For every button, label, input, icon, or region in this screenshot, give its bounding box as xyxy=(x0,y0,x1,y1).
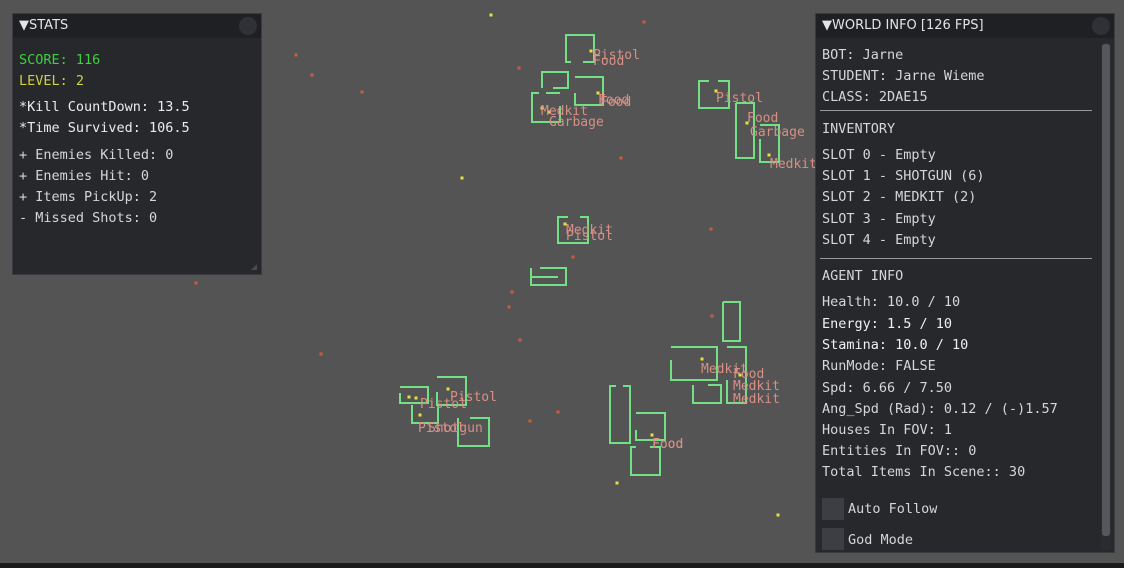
item-label: Food xyxy=(593,54,624,69)
time-survived-text: *Time Survived: 106.5 xyxy=(19,120,190,136)
items-pickup-text: + Items PickUp: 2 xyxy=(19,189,158,205)
item-marker xyxy=(414,396,418,400)
class-text: CLASS: 2DAE15 xyxy=(822,89,928,105)
world-info-panel-header[interactable]: ▼WORLD INFO [126 FPS] xyxy=(816,14,1114,38)
stats-panel: ▼STATS SCORE: 116 LEVEL: 2 *Kill CountDo… xyxy=(12,13,262,275)
health-text: Health: 10.0 / 10 xyxy=(822,294,961,310)
item-label: Food xyxy=(652,437,683,452)
enemy-marker xyxy=(642,20,646,24)
item-marker xyxy=(418,413,422,417)
enemies-hit-text: + Enemies Hit: 0 xyxy=(19,168,150,184)
house-outline xyxy=(722,301,741,342)
speed-text: Spd: 6.66 / 7.50 xyxy=(822,380,953,396)
item-label: Pistol xyxy=(716,91,763,106)
enemy-marker xyxy=(619,156,623,160)
inventory-header: INVENTORY xyxy=(822,121,896,137)
auto-follow-label: Auto Follow xyxy=(848,501,938,517)
enemy-marker xyxy=(517,66,521,70)
house-outline xyxy=(541,71,569,89)
item-label: Shotgun xyxy=(428,421,483,436)
item-marker xyxy=(460,176,464,180)
enemy-marker xyxy=(194,281,198,285)
enemy-marker xyxy=(310,73,314,77)
agent-info-header: AGENT INFO xyxy=(822,268,904,284)
god-mode-checkbox[interactable] xyxy=(822,528,844,550)
world-info-panel-title: WORLD INFO [126 FPS] xyxy=(832,18,984,33)
enemy-marker xyxy=(518,338,522,342)
enemy-marker xyxy=(710,314,714,318)
inventory-slot-0: SLOT 0 - Empty xyxy=(822,147,936,163)
level-text: LEVEL: 2 xyxy=(19,73,85,89)
scrollbar-thumb[interactable] xyxy=(1102,44,1110,536)
scrollbar[interactable] xyxy=(1101,42,1111,550)
world-info-panel: ▼WORLD INFO [126 FPS] BOT: Jarne STUDENT… xyxy=(815,13,1115,553)
collapse-arrow-icon[interactable]: ▼ xyxy=(19,18,29,33)
enemy-marker xyxy=(528,419,532,423)
angular-speed-text: Ang_Spd (Rad): 0.12 / (-)1.57 xyxy=(822,401,1058,417)
item-label: Garbage xyxy=(549,115,604,130)
bot-name-text: BOT: Jarne xyxy=(822,47,904,63)
item-label: Garbage xyxy=(750,125,805,140)
enemy-marker xyxy=(507,305,511,309)
total-items-text: Total Items In Scene:: 30 xyxy=(822,464,1026,480)
house-outline xyxy=(609,385,631,444)
auto-follow-checkbox[interactable] xyxy=(822,498,844,520)
house-outline xyxy=(692,384,722,404)
item-marker xyxy=(615,481,619,485)
houses-in-fov-text: Houses In FOV: 1 xyxy=(822,422,953,438)
enemy-marker xyxy=(510,290,514,294)
enemy-marker xyxy=(360,90,364,94)
item-label: Food xyxy=(598,93,629,108)
inventory-slot-2: SLOT 2 - MEDKIT (2) xyxy=(822,189,977,205)
kill-countdown-text: *Kill CountDown: 13.5 xyxy=(19,99,190,115)
enemy-marker xyxy=(571,255,575,259)
item-marker xyxy=(489,13,493,17)
house-outline xyxy=(565,34,595,63)
run-mode-text: RunMode: FALSE xyxy=(822,358,936,374)
inventory-slot-3: SLOT 3 - Empty xyxy=(822,211,936,227)
separator xyxy=(820,258,1092,259)
item-marker xyxy=(776,513,780,517)
inventory-slot-1: SLOT 1 - SHOTGUN (6) xyxy=(822,168,985,184)
item-label: Medkit xyxy=(770,157,817,172)
inventory-slot-4: SLOT 4 - Empty xyxy=(822,232,936,248)
enemies-killed-text: + Enemies Killed: 0 xyxy=(19,147,174,163)
score-text: SCORE: 116 xyxy=(19,52,101,68)
window-options-icon[interactable] xyxy=(239,17,257,35)
item-label: Pistol xyxy=(566,229,613,244)
enemy-marker xyxy=(709,227,713,231)
entities-in-fov-text: Entities In FOV:: 0 xyxy=(822,443,977,459)
enemy-marker xyxy=(294,53,298,57)
item-marker xyxy=(407,395,411,399)
item-marker xyxy=(700,357,704,361)
stamina-text: Stamina: 10.0 / 10 xyxy=(822,337,969,353)
stats-panel-title: STATS xyxy=(29,18,69,33)
energy-text: Energy: 1.5 / 10 xyxy=(822,316,953,332)
item-label: Medkit xyxy=(733,392,780,407)
missed-shots-text: - Missed Shots: 0 xyxy=(19,210,158,226)
item-label: Pistol xyxy=(450,390,497,405)
resize-grip-icon[interactable] xyxy=(251,264,257,270)
student-name-text: STUDENT: Jarne Wieme xyxy=(822,68,985,84)
collapse-arrow-icon[interactable]: ▼ xyxy=(822,18,832,33)
enemy-marker xyxy=(556,410,560,414)
item-label: Food xyxy=(747,111,778,126)
stats-panel-header[interactable]: ▼STATS xyxy=(13,14,261,38)
window-options-icon[interactable] xyxy=(1092,17,1110,35)
enemy-marker xyxy=(319,352,323,356)
bottom-strip xyxy=(0,563,1124,568)
separator xyxy=(820,110,1092,111)
god-mode-label: God Mode xyxy=(848,532,914,548)
